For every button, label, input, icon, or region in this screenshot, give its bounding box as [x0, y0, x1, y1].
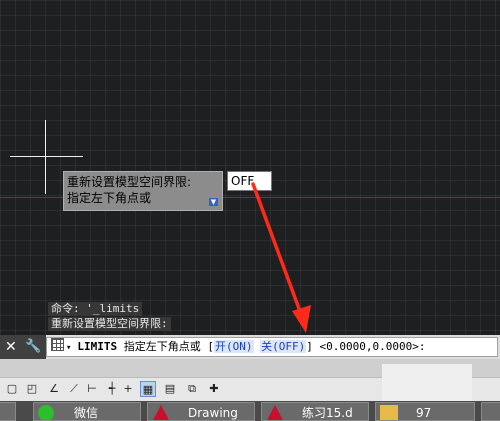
crosshair-horizontal	[10, 156, 83, 157]
polar-tracking-icon[interactable]: ⟋	[66, 381, 82, 397]
command-prompt: 指定左下角点或	[123, 340, 201, 353]
crosshair-icon[interactable]: +	[120, 381, 136, 397]
command-line-bar: ✕ 🔧 ▾ LIMITS 指定左下角点或 [开(ON) 关(OFF)] <0.00…	[0, 335, 500, 359]
default-value: <0.0000,0.0000>:	[319, 340, 426, 353]
command-input[interactable]: ▾ LIMITS 指定左下角点或 [开(ON) 关(OFF)] <0.0000,0…	[46, 337, 498, 357]
command-keyword: LIMITS	[77, 340, 118, 353]
folder-icon	[380, 405, 398, 420]
chevron-down-icon[interactable]: ▾	[66, 343, 71, 353]
grid-icon	[51, 338, 64, 351]
dynamic-input-value: OFF	[231, 174, 255, 188]
down-arrow-icon[interactable]: ▼	[209, 198, 218, 206]
selection-cycling-icon[interactable]: ⧉	[184, 381, 200, 397]
object-snap-icon[interactable]: ⊢	[84, 381, 100, 397]
tooltip-line-1: 重新设置模型空间界限:	[67, 175, 192, 189]
wrench-icon[interactable]: 🔧	[25, 338, 41, 356]
taskbar: 微信 Drawing 练习15.d 97	[0, 401, 500, 421]
command-history-line-1: 命令: '_limits	[48, 302, 143, 316]
taskbar-item-label: 练习15.d	[302, 406, 353, 420]
close-icon[interactable]: ✕	[5, 338, 17, 356]
dynamic-input-field[interactable]: OFF	[227, 171, 272, 191]
drawing-canvas[interactable]: 重新设置模型空间界限: 指定左下角点或 ▼ OFF 命令: '_limits 重…	[0, 0, 500, 335]
command-line-controls: ✕ 🔧	[0, 335, 46, 359]
angle-icon[interactable]: ∠	[46, 381, 62, 397]
option-off[interactable]: 关(OFF)	[260, 340, 307, 353]
taskbar-item-label: 97	[416, 406, 432, 420]
bracket-close: ]	[306, 340, 313, 353]
taskbar-item-wechat[interactable]: 微信	[33, 402, 141, 421]
taskbar-item-more[interactable]	[481, 402, 500, 421]
plus-icon[interactable]: ✚	[206, 381, 222, 397]
ortho-icon[interactable]: ┽	[104, 381, 120, 397]
taskbar-item-label: Drawing	[188, 406, 238, 420]
autocad-icon	[266, 405, 284, 420]
taskbar-item-label: 微信	[74, 406, 99, 420]
quick-properties-icon[interactable]: ▤	[162, 381, 178, 397]
taskbar-edge-item[interactable]	[0, 402, 16, 421]
taskbar-item-folder[interactable]: 97	[375, 402, 475, 421]
autocad-icon	[152, 405, 170, 420]
dynamic-input-tooltip: 重新设置模型空间界限: 指定左下角点或 ▼	[63, 171, 223, 211]
tooltip-line-2: 指定左下角点或	[67, 191, 152, 205]
wechat-icon	[38, 405, 54, 420]
layout-icon[interactable]: ◰	[24, 381, 40, 397]
model-space-icon[interactable]: ▢	[4, 381, 20, 397]
command-history-line-2: 重新设置模型空间界限:	[48, 317, 171, 331]
grid-display-icon[interactable]: ▦	[140, 381, 156, 397]
taskbar-item-drawing[interactable]: Drawing	[147, 402, 255, 421]
option-on[interactable]: 开(ON)	[214, 340, 254, 353]
taskbar-item-exercise[interactable]: 练习15.d	[261, 402, 369, 421]
crosshair-vertical	[45, 120, 46, 194]
